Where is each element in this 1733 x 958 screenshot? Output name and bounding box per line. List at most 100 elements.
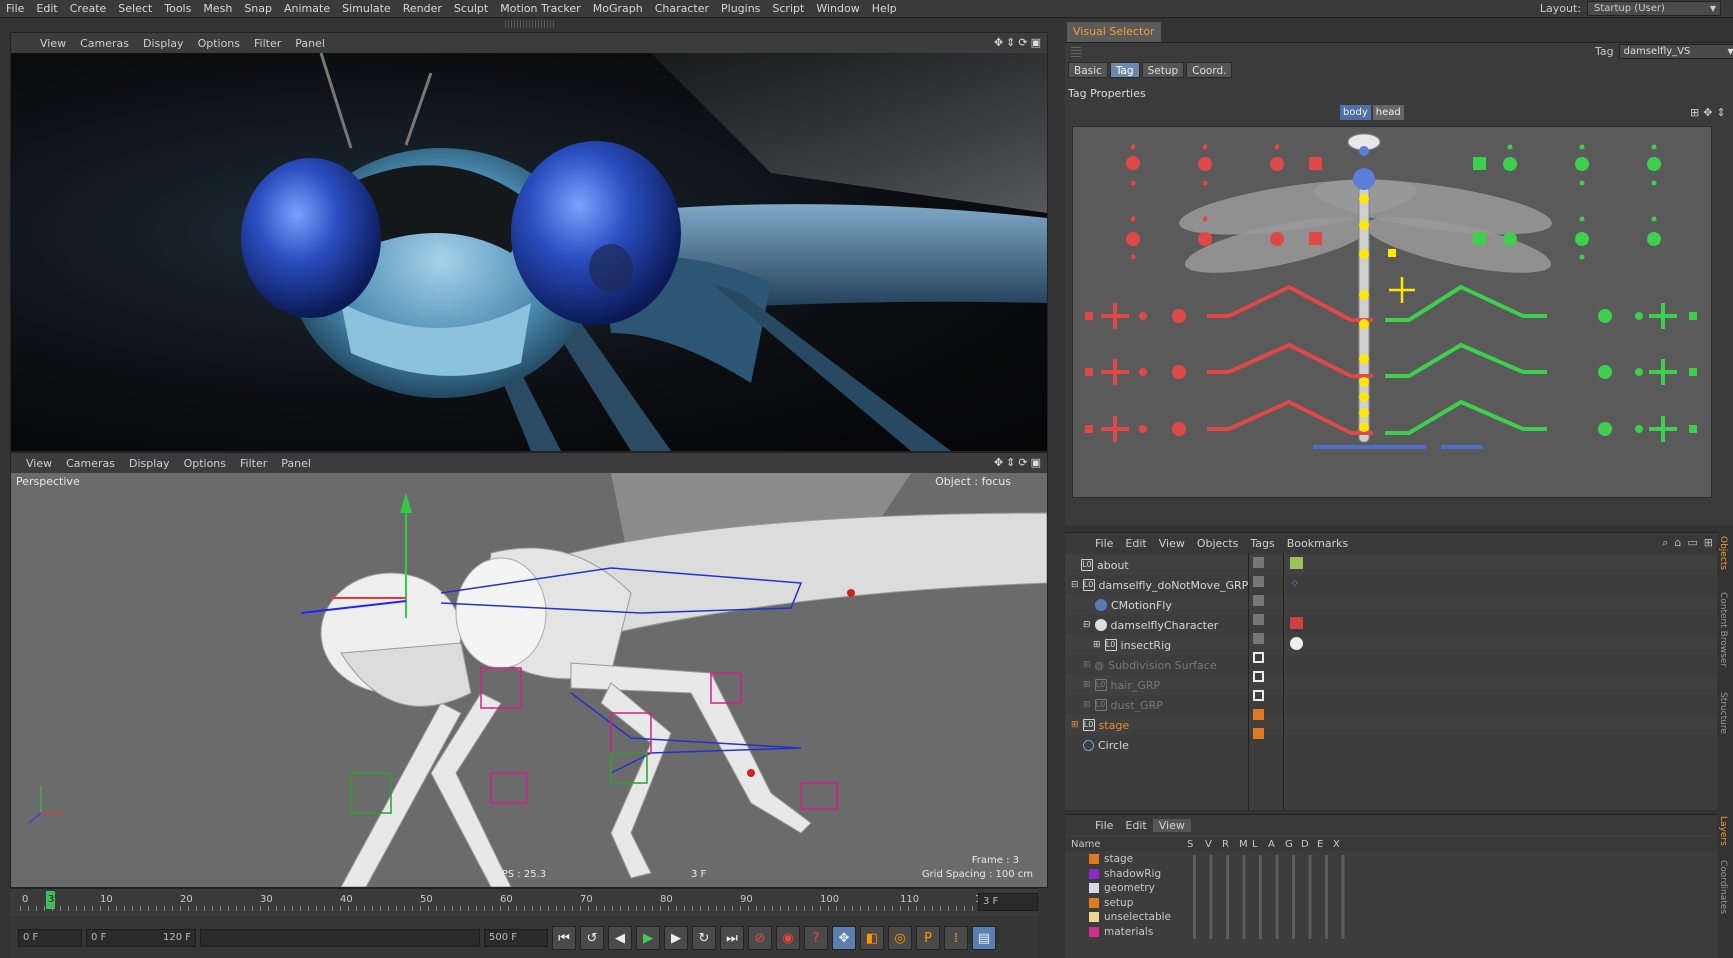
vs-grip[interactable] [1071,47,1081,57]
collapse-toggle-icon[interactable]: ⊟ [1071,580,1079,590]
menu-window[interactable]: Window [810,0,865,18]
menu-help[interactable]: Help [866,0,903,18]
vp1-menu-filter[interactable]: Filter [247,37,288,50]
layer-color-chip[interactable] [1253,595,1264,606]
prev-key-button[interactable]: ↺ [580,926,604,950]
menu-simulate[interactable]: Simulate [336,0,397,18]
maximize-view-icon[interactable]: ▣ [1031,36,1041,49]
perspective-canvas[interactable]: Perspective Object : focus FPS : 25.3 3 … [11,473,1047,887]
vp1-menu-view[interactable]: View [33,37,73,50]
pla-key-button[interactable]: ⁞ [944,926,968,950]
layer-color-chip[interactable] [1253,652,1264,663]
menu-select[interactable]: Select [112,0,158,18]
record-button[interactable]: ⊘ [748,926,772,950]
layer-color-chip[interactable] [1253,614,1264,625]
vp2-menu-cameras[interactable]: Cameras [59,457,122,470]
selector-map[interactable] [1073,127,1711,497]
vp2-menu-panel[interactable]: Panel [274,457,318,470]
object-row[interactable]: Circle [1065,735,1717,755]
lm-menu-view[interactable]: View [1152,818,1191,832]
visual-selector-canvas[interactable] [1072,126,1712,498]
move-view-icon[interactable]: ✥ [994,36,1003,49]
next-frame-button[interactable]: ▶ [664,926,688,950]
layer-row[interactable]: stage [1065,852,1717,867]
vp2-menu-display[interactable]: Display [122,457,177,470]
info-tag-icon[interactable] [1290,637,1303,650]
timeline-window-button[interactable]: ▤ [972,926,996,950]
timeline-ruler[interactable]: 0 10 20 30 40 50 60 70 80 90 100 110 120… [10,888,1038,916]
side-tab-objects[interactable]: Objects [1718,536,1728,570]
layer-row[interactable]: materials [1065,925,1717,940]
layer-toggle-grid[interactable] [1183,855,1348,939]
layer-color-chip[interactable] [1253,576,1264,587]
layer-swatch[interactable] [1089,854,1099,865]
collapse-toggle-icon[interactable]: ⊟ [1083,620,1091,630]
tag-dropdown[interactable]: damselfly_VS [1618,44,1733,59]
menu-animate[interactable]: Animate [278,0,336,18]
layer-color-chip[interactable] [1253,728,1264,739]
vp1-menu-display[interactable]: Display [136,37,191,50]
side-tab-layers[interactable]: Layers [1718,816,1728,846]
side-tab-structure[interactable]: Structure [1718,692,1728,734]
layer-color-chip[interactable] [1253,671,1264,682]
move-view-icon[interactable]: ✥ [994,456,1003,469]
side-tab-content-browser[interactable]: Content Browser [1718,592,1728,667]
subtab-basic[interactable]: Basic [1068,62,1108,78]
menu-mesh[interactable]: Mesh [197,0,238,18]
layer-color-chip[interactable] [1253,633,1264,644]
character-tag-icon[interactable] [1290,617,1303,629]
om-menu-bookmarks[interactable]: Bookmarks [1281,537,1354,550]
om-menu-objects[interactable]: Objects [1191,537,1245,550]
rotate-view-icon[interactable]: ⟳ [1018,456,1027,469]
toggle-head[interactable]: head [1372,105,1404,120]
vp1-menu-options[interactable]: Options [191,37,247,50]
object-row[interactable]: ⊞ ◍ Subdivision Surface [1065,655,1717,675]
menu-snap[interactable]: Snap [238,0,278,18]
maximize-view-icon[interactable]: ▣ [1031,456,1041,469]
expand-toggle-icon[interactable]: ⊞ [1083,660,1091,670]
object-row[interactable]: ⊟ damselflyCharacter [1065,615,1717,635]
goto-start-button[interactable]: ⏮ [552,926,576,950]
menu-character[interactable]: Character [649,0,715,18]
scale-key-button[interactable]: ◧ [860,926,884,950]
menu-script[interactable]: Script [766,0,810,18]
layer-row[interactable]: unselectable [1065,910,1717,925]
autokey-button[interactable]: ◉ [776,926,800,950]
side-tab-coordinates[interactable]: Coordinates [1718,860,1728,914]
rotate-view-icon[interactable]: ⟳ [1018,36,1027,49]
subtab-coord[interactable]: Coord. [1186,62,1233,78]
layer-swatch[interactable] [1089,897,1099,908]
layer-row[interactable]: shadowRig [1065,867,1717,882]
layer-color-chip[interactable] [1253,709,1264,720]
object-row[interactable]: ⊞ L0 dust_GRP [1065,695,1717,715]
menu-render[interactable]: Render [397,0,448,18]
layer-swatch[interactable] [1089,883,1099,894]
om-menu-view[interactable]: View [1153,537,1191,550]
menu-edit[interactable]: Edit [30,0,63,18]
rotate-key-button[interactable]: ◎ [888,926,912,950]
param-key-button[interactable]: P [916,926,940,950]
lm-menu-edit[interactable]: Edit [1119,819,1152,832]
move-canvas-icon[interactable]: ✥ [1703,106,1712,119]
expand-toggle-icon[interactable]: ⊞ [1071,720,1079,730]
move-key-button[interactable]: ✥ [832,926,856,950]
range-slider[interactable]: 0 F 120 F [86,929,196,947]
menu-motion-tracker[interactable]: Motion Tracker [494,0,586,18]
keyset-button[interactable]: ? [804,926,828,950]
menu-sculpt[interactable]: Sculpt [448,0,494,18]
zoom-canvas-icon[interactable]: ⇕ [1716,106,1725,119]
subtab-tag[interactable]: Tag [1109,62,1140,78]
vp1-menu-panel[interactable]: Panel [288,37,332,50]
object-row[interactable]: CMotionFly [1065,595,1717,615]
object-row[interactable]: L0 about [1065,555,1717,575]
range-track[interactable] [200,929,480,947]
object-row[interactable]: ⊞ L0 stage [1065,715,1717,735]
toggle-body[interactable]: body [1340,105,1371,120]
layer-swatch[interactable] [1089,868,1099,879]
layer-row[interactable]: setup [1065,896,1717,911]
vp2-menu-options[interactable]: Options [177,457,233,470]
om-menu-edit[interactable]: Edit [1119,537,1152,550]
lm-menu-file[interactable]: File [1089,819,1119,832]
zoom-view-icon[interactable]: ⇕ [1006,456,1015,469]
object-row[interactable]: ⊞ L0 hair_GRP [1065,675,1717,695]
